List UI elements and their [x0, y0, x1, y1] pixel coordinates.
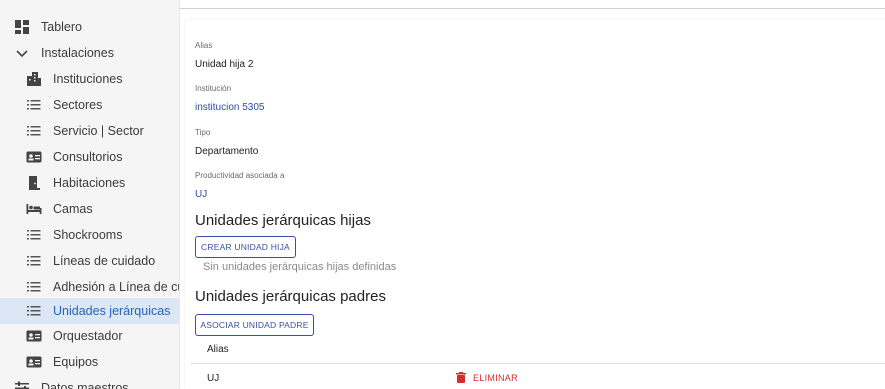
sidebar-item-label: Instalaciones	[41, 46, 114, 60]
parents-section-title: Unidades jerárquicas padres	[195, 288, 386, 305]
sidebar-item-label: Sectores	[53, 98, 103, 112]
sidebar-item-label: Equipos	[53, 355, 99, 369]
alias-label: Alias	[195, 41, 213, 50]
sidebar-item-label: Orquestador	[53, 329, 123, 343]
delete-label: ELIMINAR	[473, 372, 518, 383]
table-divider	[190, 363, 885, 364]
bed-icon	[26, 204, 42, 214]
type-value: Departamento	[195, 146, 259, 157]
institution-link[interactable]: institucion 5305	[195, 102, 265, 113]
sidebar-item-label: Consultorios	[53, 150, 123, 164]
sidebar-item-adhesion-linea[interactable]: Adhesión a Línea de cuidado	[0, 274, 179, 300]
sidebar-item-habitaciones[interactable]: Habitaciones	[0, 170, 179, 196]
sidebar-item-camas[interactable]: Camas	[0, 196, 179, 222]
chevron-down-icon	[16, 50, 28, 58]
sidebar-item-label: Líneas de cuidado	[53, 254, 156, 268]
sidebar-item-label: Instituciones	[53, 72, 123, 86]
sidebar-item-label: Adhesión a Línea de cuidado	[53, 280, 179, 294]
sidebar-item-datos-maestros[interactable]: Datos maestros	[0, 375, 179, 389]
children-section-title: Unidades jerárquicas hijas	[195, 212, 371, 229]
header-divider	[180, 8, 885, 9]
sidebar-item-label: Servicio | Sector	[53, 124, 144, 138]
building-icon	[27, 72, 41, 86]
door-icon	[29, 176, 40, 190]
create-child-unit-button[interactable]: CREAR UNIDAD HIJA	[195, 236, 296, 258]
sidebar-item-label: Habitaciones	[53, 176, 126, 190]
id-card-icon	[26, 356, 42, 368]
sidebar-item-tablero[interactable]: Tablero	[0, 14, 179, 40]
id-card-icon	[26, 330, 42, 342]
id-card-icon	[26, 151, 42, 163]
sidebar-item-servicio-sector[interactable]: Servicio | Sector	[0, 118, 179, 144]
list-icon	[27, 256, 41, 266]
productivity-label: Productividad asociada a	[195, 171, 285, 180]
table-row-alias: UJ	[207, 373, 220, 384]
sidebar-item-orquestador[interactable]: Orquestador	[0, 323, 179, 349]
list-icon	[27, 306, 41, 316]
list-icon	[27, 126, 41, 136]
sidebar-item-label: Unidades jerárquicas	[53, 304, 171, 318]
list-icon	[27, 100, 41, 110]
sidebar-item-label: Datos maestros	[41, 381, 129, 389]
delete-parent-button[interactable]: ELIMINAR	[456, 372, 518, 383]
sidebar-nav: Tablero Instalaciones Instituciones Sect…	[0, 0, 180, 389]
type-label: Tipo	[195, 128, 211, 137]
productivity-link[interactable]: UJ	[195, 189, 207, 200]
alias-value: Unidad hija 2	[195, 59, 254, 70]
sidebar-item-shockrooms[interactable]: Shockrooms	[0, 222, 179, 248]
children-empty-message: Sin unidades jerárquicas hijas definidas	[203, 261, 397, 273]
sidebar-item-consultorios[interactable]: Consultorios	[0, 144, 179, 170]
sidebar-item-label: Shockrooms	[53, 228, 123, 242]
trash-icon	[456, 372, 466, 383]
sidebar-item-instalaciones[interactable]: Instalaciones	[0, 40, 179, 66]
sidebar-item-instituciones[interactable]: Instituciones	[0, 66, 179, 92]
sidebar-item-sectores[interactable]: Sectores	[0, 92, 179, 118]
institution-label: Institución	[195, 84, 232, 93]
sidebar-item-label: Tablero	[41, 20, 82, 34]
tune-icon	[15, 381, 29, 389]
sidebar-item-lineas-cuidado[interactable]: Líneas de cuidado	[0, 248, 179, 274]
sidebar-item-equipos[interactable]: Equipos	[0, 349, 179, 375]
list-icon	[27, 282, 41, 292]
dashboard-icon	[15, 20, 29, 34]
sidebar-item-unidades-jerarquicas[interactable]: Unidades jerárquicas	[0, 298, 179, 324]
associate-parent-unit-button[interactable]: ASOCIAR UNIDAD PADRE	[195, 314, 314, 336]
list-icon	[27, 230, 41, 240]
sidebar-item-label: Camas	[53, 202, 93, 216]
table-header-alias: Alias	[207, 344, 229, 355]
